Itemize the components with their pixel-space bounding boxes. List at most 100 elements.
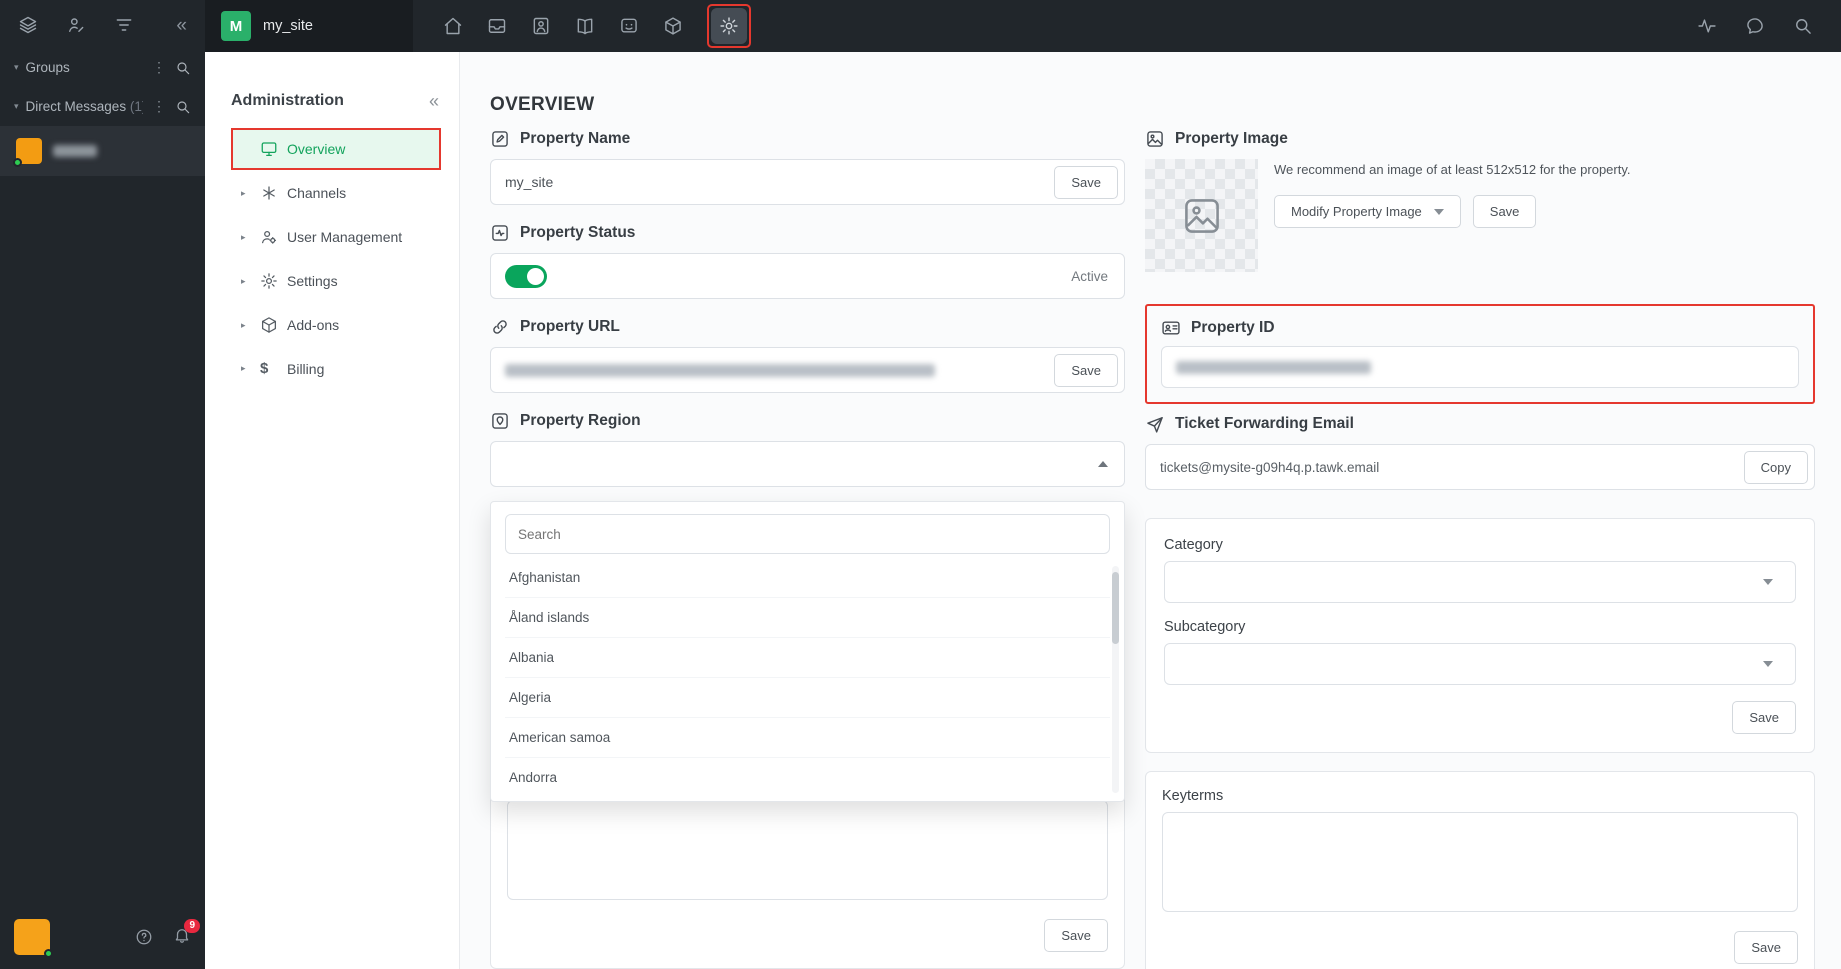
region-search-input[interactable] — [505, 514, 1110, 554]
chevron-down-icon — [1763, 661, 1773, 667]
knowledge-base-icon[interactable] — [575, 16, 595, 36]
property-switcher[interactable]: M my_site — [205, 0, 413, 52]
page-title: OVERVIEW — [490, 94, 595, 115]
chevron-right-icon[interactable]: ▸ — [241, 363, 251, 374]
chevron-right-icon[interactable]: ▸ — [241, 320, 251, 331]
keyterms-save-button[interactable]: Save — [1734, 931, 1798, 964]
dm-conversation-item[interactable] — [0, 126, 205, 176]
groups-section-header[interactable]: ▾ Groups ⋮ — [0, 48, 205, 87]
settings-gear-icon[interactable] — [711, 8, 747, 44]
dm-redacted-name — [53, 145, 97, 157]
topbar-right — [1697, 16, 1841, 36]
inbox-icon[interactable] — [487, 16, 507, 36]
sidebar-item-label: Add-ons — [287, 317, 340, 333]
dm-caret-icon[interactable]: ▾ — [14, 101, 19, 112]
property-url-heading: Property URL — [520, 318, 620, 335]
apps-icon[interactable] — [663, 16, 683, 36]
rail-collapse-icon[interactable]: « — [176, 16, 187, 35]
groups-search-icon[interactable] — [175, 60, 191, 76]
activity-pulse-icon[interactable] — [1697, 16, 1717, 36]
category-save-button[interactable]: Save — [1732, 701, 1796, 734]
ticket-email-heading: Ticket Forwarding Email — [1175, 415, 1354, 432]
contacts-icon[interactable] — [531, 16, 551, 36]
sidebar-item-user-management[interactable]: ▸ User Management — [231, 216, 441, 258]
dm-section-header[interactable]: ▾ Direct Messages (1) ⋮ — [0, 87, 205, 126]
filter-icon[interactable] — [114, 15, 134, 35]
rail-footer: 9 — [0, 907, 205, 969]
property-url-redacted-value[interactable] — [505, 363, 935, 377]
status-toggle[interactable] — [505, 264, 547, 288]
ticket-email-copy-button[interactable]: Copy — [1743, 450, 1808, 484]
region-option[interactable]: Albania — [505, 637, 1110, 677]
property-image-placeholder[interactable] — [1145, 159, 1258, 272]
chevron-down-icon — [1763, 579, 1773, 585]
billing-dollar-icon: $ — [260, 360, 269, 377]
notifications-bell[interactable]: 9 — [173, 918, 200, 949]
description-textarea[interactable] — [507, 800, 1108, 900]
region-option[interactable]: American samoa — [505, 717, 1110, 757]
property-status-heading: Property Status — [520, 224, 636, 241]
chevron-right-icon[interactable]: ▸ — [241, 276, 251, 287]
property-name-heading: Property Name — [520, 130, 631, 147]
sidebar-item-overview[interactable]: ▸ Overview — [231, 128, 441, 170]
chevron-right-icon[interactable]: ▸ — [241, 188, 251, 199]
online-status-dot — [13, 158, 22, 167]
sidebar-item-add-ons[interactable]: ▸ Add-ons — [231, 304, 441, 346]
agents-icon[interactable] — [66, 15, 86, 35]
help-icon[interactable] — [135, 928, 153, 946]
sidebar-item-channels[interactable]: ▸ Channels — [231, 172, 441, 214]
keyterms-label: Keyterms — [1162, 788, 1224, 804]
image-size-hint: We recommend an image of at least 512x51… — [1274, 162, 1631, 177]
property-id-card: Property ID — [1145, 304, 1815, 404]
region-option[interactable]: Algeria — [505, 677, 1110, 717]
home-icon[interactable] — [443, 16, 463, 36]
chevron-right-icon[interactable]: ▸ — [241, 232, 251, 243]
property-url-save-button[interactable]: Save — [1054, 353, 1118, 387]
property-name-save-button[interactable]: Save — [1054, 165, 1118, 199]
category-select[interactable] — [1164, 561, 1796, 603]
groups-kebab-icon[interactable]: ⋮ — [150, 59, 168, 76]
property-id-redacted-value[interactable] — [1176, 360, 1371, 374]
image-placeholder-icon — [1184, 198, 1219, 233]
sidebar-item-label: Overview — [287, 141, 346, 157]
sidebar-item-billing[interactable]: ▸ $ Billing — [231, 348, 441, 389]
modify-property-image-button[interactable]: Modify Property Image — [1274, 195, 1461, 229]
admin-collapse-icon[interactable]: « — [429, 92, 439, 110]
property-region-section: Property Region Afghanistan Åland island… — [490, 411, 1125, 802]
property-name-label: my_site — [263, 18, 313, 34]
search-icon[interactable] — [1793, 16, 1813, 36]
groups-caret-icon[interactable]: ▾ — [14, 62, 19, 73]
property-name-section: Property Name Save — [490, 129, 1125, 205]
chatbot-icon[interactable] — [619, 16, 639, 36]
settings-highlight-box — [707, 4, 751, 48]
property-name-input[interactable] — [505, 174, 1055, 190]
topbar: M my_site — [205, 0, 1841, 52]
dm-search-icon[interactable] — [175, 99, 191, 115]
sidebar-item-label: User Management — [287, 229, 403, 245]
edit-square-icon — [490, 129, 510, 149]
keyterms-textarea[interactable] — [1162, 812, 1798, 912]
user-management-icon — [260, 228, 278, 246]
user-avatar[interactable] — [14, 919, 53, 958]
property-status-section: Property Status Active — [490, 223, 1125, 299]
subcategory-select[interactable] — [1164, 643, 1796, 685]
description-save-button[interactable]: Save — [1044, 919, 1108, 952]
property-id-heading: Property ID — [1191, 319, 1275, 336]
dropdown-scrollbar-thumb[interactable] — [1112, 572, 1119, 644]
keyterms-card: Keyterms Save — [1145, 771, 1815, 969]
sidebar-item-settings[interactable]: ▸ Settings — [231, 260, 441, 302]
status-square-icon — [490, 223, 510, 243]
chat-bubble-icon[interactable] — [1745, 16, 1765, 36]
status-state-label: Active — [1071, 268, 1108, 284]
dm-kebab-icon[interactable]: ⋮ — [150, 98, 168, 115]
region-option[interactable]: Afghanistan — [505, 558, 1110, 597]
chevron-down-icon — [1433, 208, 1444, 215]
groups-stack-icon[interactable] — [18, 15, 38, 35]
property-image-save-button[interactable]: Save — [1472, 195, 1537, 229]
admin-panel: Administration « ▸ Overview ▸ Channels — [205, 52, 460, 969]
right-column: Property Image We recommend an image of … — [1145, 129, 1815, 969]
region-select[interactable] — [490, 441, 1125, 487]
sidebar-item-label: Settings — [287, 273, 338, 289]
region-option[interactable]: Andorra — [505, 757, 1110, 797]
region-option[interactable]: Åland islands — [505, 597, 1110, 637]
